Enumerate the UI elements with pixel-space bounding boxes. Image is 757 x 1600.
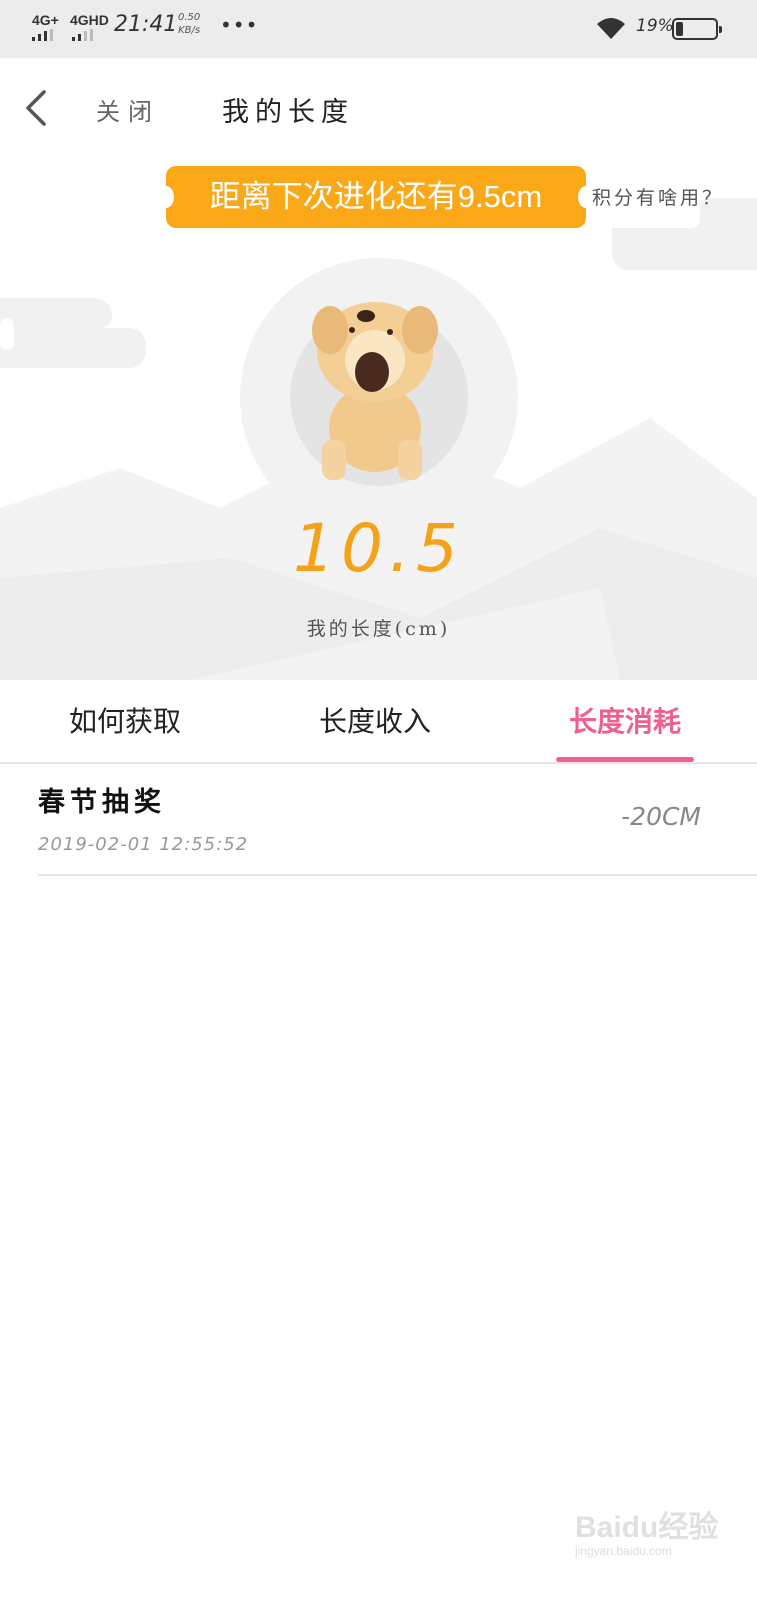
signal-bars-2-icon — [72, 29, 96, 41]
network-type-1: 4G+ — [32, 12, 59, 28]
record-title: 春节抽奖 — [38, 787, 166, 818]
page-title: 我的长度 — [222, 97, 354, 128]
active-tab-indicator — [556, 757, 694, 762]
list-item[interactable]: 春节抽奖 2019-02-01 12:55:52 -20CM — [0, 766, 757, 876]
chevron-left-icon[interactable] — [22, 86, 52, 130]
record-amount: -20CM — [621, 802, 701, 831]
tab-length-income[interactable]: 长度收入 — [310, 680, 440, 764]
battery-level-fill — [676, 22, 683, 36]
evolve-progress-banner: 距离下次进化还有9.5cm — [158, 166, 594, 228]
points-help-link[interactable]: 积分有啥用？ — [592, 183, 724, 210]
length-label: 我的长度(cm) — [306, 618, 451, 640]
wifi-icon — [597, 18, 625, 39]
length-hero: 关闭 我的长度 距离下次进化还有9.5cm 积分有啥用？ 10.5 我的长度(c… — [0, 58, 757, 680]
evolve-progress-text: 距离下次进化还有9.5cm — [209, 179, 543, 214]
baidu-jingyan-watermark: Baidu经验 jingyan.baidu.com — [575, 1492, 735, 1572]
watermark-url: jingyan.baidu.com — [575, 1544, 672, 1558]
network-speed: 0.50 KB/s — [178, 11, 200, 37]
battery-icon — [672, 18, 722, 40]
puppy-avatar-icon — [312, 302, 438, 480]
status-time: 21:41 — [114, 12, 178, 37]
tab-length-consume[interactable]: 长度消耗 — [556, 680, 694, 764]
close-button[interactable]: 关闭 — [96, 92, 160, 127]
network-speed-value: 0.50 — [178, 12, 201, 23]
more-notifications-icon: ••• — [220, 13, 259, 37]
record-time: 2019-02-01 12:55:52 — [38, 834, 249, 855]
tab-how-to-get[interactable]: 如何获取 — [60, 680, 190, 764]
network-type-2: 4GHD — [70, 12, 109, 28]
divider — [38, 874, 757, 876]
status-bar: 4G+ 4GHD 21:41 0.50 KB/s ••• 19% — [0, 0, 757, 58]
battery-percent: 19% — [636, 16, 674, 36]
length-value: 10.5 — [293, 510, 464, 587]
watermark-logo: Baidu经验 — [575, 1511, 719, 1544]
length-tabs: 如何获取 长度收入 长度消耗 — [0, 680, 757, 764]
signal-bars-1-icon — [32, 29, 56, 41]
network-speed-unit: KB/s — [178, 25, 201, 36]
